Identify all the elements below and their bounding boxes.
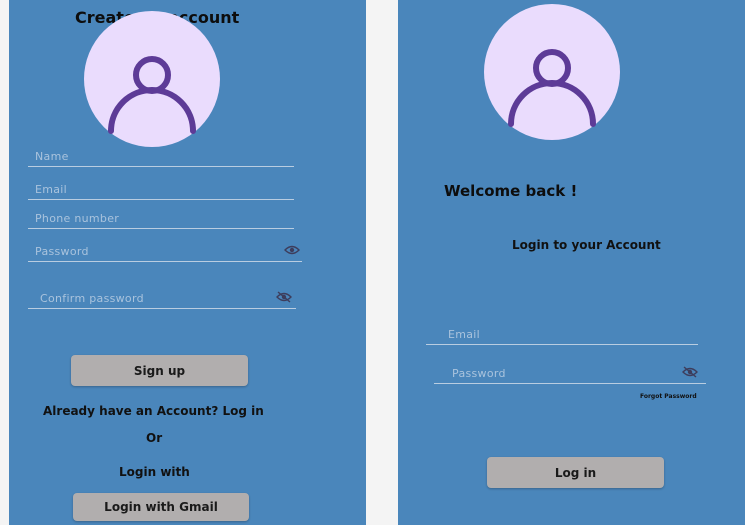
password-input[interactable] bbox=[28, 245, 268, 258]
signup-screen: Create an account Sign up Already have a… bbox=[9, 0, 366, 525]
login-email-input[interactable] bbox=[426, 328, 680, 341]
login-button[interactable]: Log in bbox=[487, 457, 664, 488]
phone-field[interactable] bbox=[28, 202, 294, 229]
login-password-input[interactable] bbox=[434, 367, 684, 380]
login-with-text: Login with bbox=[119, 465, 190, 479]
signup-avatar[interactable] bbox=[84, 11, 220, 147]
person-icon bbox=[508, 49, 596, 127]
welcome-title: Welcome back ! bbox=[444, 182, 578, 200]
forgot-password-link[interactable]: Forgot Password bbox=[640, 393, 697, 400]
email-input[interactable] bbox=[28, 183, 262, 196]
phone-input[interactable] bbox=[28, 212, 262, 225]
eye-off-icon[interactable] bbox=[682, 365, 698, 379]
confirm-password-input[interactable] bbox=[28, 292, 268, 305]
login-screen: Welcome back ! Login to your Account For… bbox=[398, 0, 745, 525]
signup-button[interactable]: Sign up bbox=[71, 355, 248, 386]
person-icon bbox=[108, 56, 196, 134]
login-with-gmail-button[interactable]: Login with Gmail bbox=[73, 493, 249, 521]
have-account-login-link[interactable]: Already have an Account? Log in bbox=[43, 404, 264, 418]
eye-icon[interactable] bbox=[284, 243, 300, 257]
name-field[interactable] bbox=[28, 140, 294, 167]
password-field[interactable] bbox=[28, 235, 302, 262]
email-field[interactable] bbox=[28, 173, 294, 200]
confirm-password-field[interactable] bbox=[28, 282, 296, 309]
name-input[interactable] bbox=[28, 150, 262, 163]
login-password-field[interactable] bbox=[434, 357, 706, 384]
login-email-field[interactable] bbox=[426, 318, 698, 345]
login-avatar[interactable] bbox=[484, 4, 620, 140]
eye-off-icon[interactable] bbox=[276, 290, 292, 304]
login-subtitle: Login to your Account bbox=[512, 238, 661, 252]
or-divider-text: Or bbox=[146, 431, 163, 445]
